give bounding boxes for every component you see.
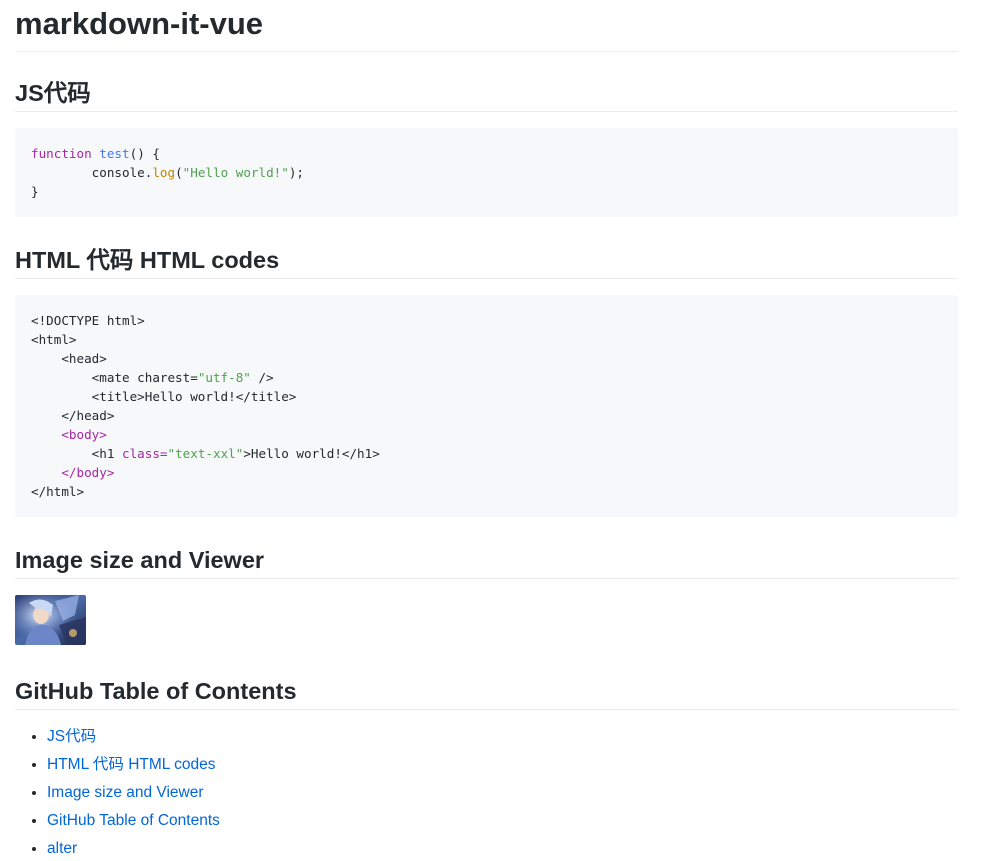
code-keyword: function [31,146,92,161]
code-string: "utf-8" [197,370,251,385]
code-string: "Hello world!" [182,165,289,180]
list-item: JS代码 [47,727,958,747]
code-string: "text-xxl" [167,446,244,461]
code-text: <h1 [31,446,122,461]
code-tag: <body> [61,427,107,442]
toc-link-table-of-contents[interactable]: GitHub Table of Contents [47,812,220,829]
toc-link-image-viewer[interactable]: Image size and Viewer [47,784,204,801]
markdown-content: markdown-it-vue JS代码 function test() { c… [15,0,958,859]
toc-list: JS代码 HTML 代码 HTML codes Image size and V… [15,727,958,859]
code-text: ( [175,165,183,180]
image-thumbnail[interactable] [15,595,86,645]
toc-link-alter[interactable]: alter [47,840,77,857]
toc-link-js-code[interactable]: JS代码 [47,728,96,745]
image-thumbnail-art [15,595,86,645]
code-attribute: class= [122,446,168,461]
code-text: >Hello world!</h1> [243,446,380,461]
code-text: () { [129,146,160,161]
code-text: } [31,184,39,199]
code-text: </html> [31,484,85,499]
code-text: console. [31,165,153,180]
toc-link-html-code[interactable]: HTML 代码 HTML codes [47,756,216,773]
code-text: </head> [31,408,115,423]
heading-image-viewer: Image size and Viewer [15,545,958,579]
heading-html-code: HTML 代码 HTML codes [15,245,958,279]
code-method: log [152,165,176,180]
code-text: ); [288,165,304,180]
code-tag: </body> [61,465,115,480]
code-text: <head> [31,351,107,366]
heading-js-code: JS代码 [15,78,958,112]
page-title: markdown-it-vue [15,0,958,52]
html-code-block: <!DOCTYPE html> <html> <head> <mate char… [15,295,958,517]
list-item: HTML 代码 HTML codes [47,755,958,775]
list-item: Image size and Viewer [47,783,958,803]
code-function-name: test [99,146,130,161]
code-text: <!DOCTYPE html> [31,313,145,328]
js-code-block: function test() { console.log("Hello wor… [15,128,958,217]
code-text: <mate charest= [31,370,198,385]
list-item: alter [47,839,958,859]
list-item: GitHub Table of Contents [47,811,958,831]
heading-table-of-contents: GitHub Table of Contents [15,676,958,710]
code-text: <title>Hello world!</title> [31,389,297,404]
code-text: /> [250,370,274,385]
code-text: <html> [31,332,77,347]
